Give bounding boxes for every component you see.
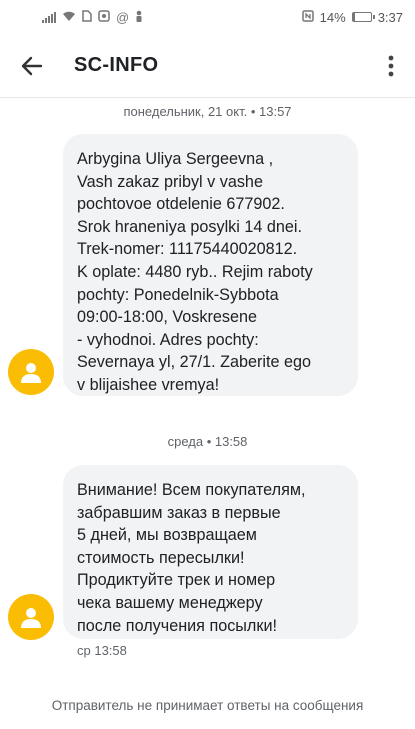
status-icons-left: @ [42, 10, 143, 25]
status-bar: @ 14% 3:37 [0, 0, 415, 34]
avatar[interactable] [8, 594, 54, 640]
sim-card-icon [82, 9, 92, 25]
status-icons-right: 14% 3:37 [301, 9, 403, 25]
person-icon [135, 10, 143, 25]
date-separator: понедельник, 21 окт. • 13:57 [123, 104, 292, 119]
clock: 3:37 [377, 9, 403, 25]
reply-disabled-notice: Отправитель не принимает ответы на сообщ… [51, 698, 364, 713]
more-vert-icon [388, 55, 394, 76]
message-timestamp: ср 13:58 [77, 643, 127, 658]
nfc-icon [301, 9, 314, 25]
conversation-title: SC-INFO [74, 54, 159, 76]
person-icon [21, 363, 41, 383]
person-icon [21, 608, 41, 628]
battery-icon [351, 12, 375, 22]
message-bubble[interactable]: Arbygina Uliya Sergeevna , Vash zakaz pr… [63, 134, 358, 396]
battery-percent: 14% [319, 9, 346, 25]
message-bubble[interactable]: Внимание! Всем покупателям, забравшим за… [63, 465, 358, 639]
app-bar: SC-INFO [0, 34, 415, 98]
more-options-button[interactable] [367, 34, 415, 98]
signal-icon [42, 11, 56, 23]
wifi-icon [62, 10, 76, 25]
at-sign-icon: @ [116, 9, 130, 25]
back-button[interactable] [0, 34, 64, 98]
avatar[interactable] [8, 349, 54, 395]
back-arrow-icon [21, 56, 43, 75]
notification-icon [98, 9, 110, 25]
date-separator: среда • 13:58 [167, 434, 248, 449]
